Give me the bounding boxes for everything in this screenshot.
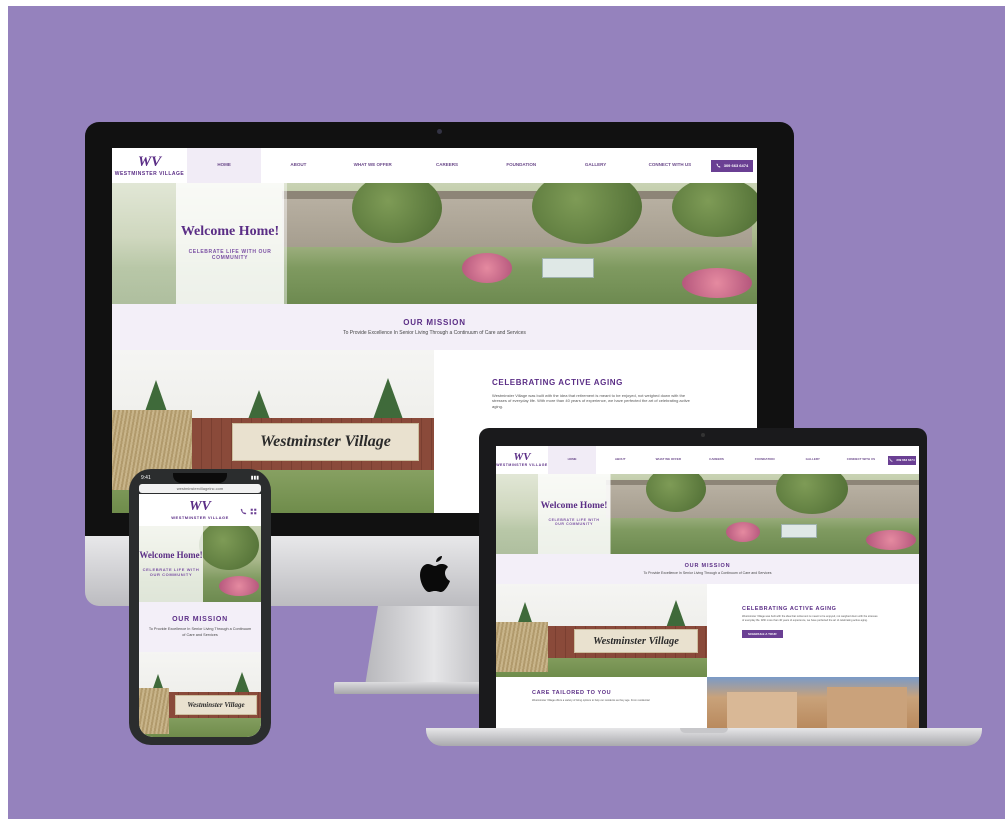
laptop-welcome-panel: Welcome Home! CELEBRATE LIFE WITH OUR CO… [538, 474, 610, 554]
welcome-subtitle: CELEBRATE LIFE WITH OUR COMMUNITY [188, 249, 272, 261]
phone-welcome-title: Welcome Home! [139, 549, 203, 560]
laptop-nav-careers[interactable]: CAREERS [692, 458, 740, 462]
phone-website: WV WESTMINSTER VILLAGE Welcome Home! CEL… [139, 494, 261, 737]
mission-text: To Provide Excellence In Senior Living T… [343, 330, 526, 336]
laptop-logo-mark: WV [513, 451, 531, 464]
apple-logo-icon [420, 556, 450, 592]
laptop-website: WV WESTMINSTER VILLAGE HOME ABOUT WHAT W… [496, 446, 919, 728]
signal-icon: ▮▮▮ [250, 475, 259, 481]
call-button-label: 309 663 6474 [723, 163, 749, 168]
laptop-aging-text: Westminster Village was built with the i… [742, 615, 878, 622]
laptop-call-button-label: 309 663 6474 [896, 458, 915, 462]
imac-camera [437, 129, 442, 134]
care-text: Westminster Village offers a variety of … [532, 699, 650, 702]
welcome-panel: Welcome Home! CELEBRATE LIFE WITH OUR CO… [176, 183, 284, 304]
laptop-entrance-sign-image: Westminster Village [496, 584, 707, 677]
phone-welcome-subtitle: CELEBRATE LIFE WITH OUR COMMUNITY [142, 567, 200, 577]
care-title: CARE TAILORED TO YOU [532, 690, 612, 696]
logo-mark: WV [137, 153, 162, 170]
nav-home[interactable]: HOME [187, 148, 262, 183]
phone-mission-title: OUR MISSION [172, 616, 228, 624]
laptop-aging-title: CELEBRATING ACTIVE AGING [742, 606, 837, 612]
phone-url-bar[interactable]: westminstervillageinc.com [139, 484, 261, 493]
laptop-base [426, 728, 982, 746]
phone-site-nav: WV WESTMINSTER VILLAGE [139, 494, 261, 527]
laptop-camera [701, 433, 705, 437]
phone-mission-text: To Provide Excellence In Senior Living T… [148, 627, 252, 637]
nav-about[interactable]: ABOUT [261, 162, 335, 168]
laptop-mission-text: To Provide Excellence In Senior Living T… [643, 571, 772, 575]
site-logo[interactable]: WV WESTMINSTER VILLAGE [112, 153, 187, 177]
menu-icon[interactable] [250, 508, 257, 515]
laptop-welcome-subtitle: CELEBRATE LIFE WITH OUR COMMUNITY [548, 517, 600, 526]
aging-title: CELEBRATING ACTIVE AGING [492, 378, 623, 387]
laptop-phone-icon [889, 458, 893, 462]
nav-connect[interactable]: CONNECT WITH US [633, 162, 707, 168]
mission-title: OUR MISSION [403, 318, 466, 327]
laptop-notch [680, 728, 728, 733]
laptop-nav-foundation[interactable]: FOUNDATION [741, 458, 789, 462]
aging-text: Westminster Village was built with the i… [492, 393, 690, 409]
laptop-nav-connect[interactable]: CONNECT WITH US [837, 458, 885, 462]
phone-welcome-panel: Welcome Home! CELEBRATE LIFE WITH OUR CO… [139, 526, 203, 602]
call-button[interactable]: 309 663 6474 [710, 159, 753, 172]
laptop-nav-what-we-offer[interactable]: WHAT WE OFFER [644, 458, 692, 462]
building-image [707, 677, 919, 728]
laptop-call-button[interactable]: 309 663 6474 [887, 455, 916, 465]
laptop-display: WV WESTMINSTER VILLAGE HOME ABOUT WHAT W… [479, 428, 927, 732]
phone-mission-section: OUR MISSION To Provide Excellence In Sen… [139, 602, 261, 652]
mission-section: OUR MISSION To Provide Excellence In Sen… [112, 304, 757, 350]
care-section: CARE TAILORED TO YOU Westminster Village… [532, 690, 692, 726]
schedule-tour-button[interactable]: SCHEDULE A TOUR [742, 630, 783, 638]
phone-logo-mark: WV [189, 499, 211, 514]
phone-status-bar: 9:41 ▮▮▮ [141, 473, 259, 483]
phone-hero-image: Welcome Home! CELEBRATE LIFE WITH OUR CO… [139, 526, 261, 602]
laptop-mission-section: OUR MISSION To Provide Excellence In Sen… [496, 554, 919, 584]
mockup-background: WV WESTMINSTER VILLAGE HOME ABOUT WHAT W… [8, 6, 1005, 819]
laptop-sign-plate: Westminster Village [574, 629, 698, 653]
site-nav: WV WESTMINSTER VILLAGE HOME ABOUT WHAT W… [112, 148, 757, 184]
laptop-site-nav: WV WESTMINSTER VILLAGE HOME ABOUT WHAT W… [496, 446, 919, 475]
nav-careers[interactable]: CAREERS [410, 162, 484, 168]
laptop-active-aging-section: CELEBRATING ACTIVE AGING Westminster Vil… [742, 606, 912, 661]
nav-foundation[interactable]: FOUNDATION [484, 162, 558, 168]
laptop-mission-title: OUR MISSION [684, 563, 731, 569]
phone-sign-plate: Westminster Village [175, 695, 257, 715]
laptop-hero-image: Welcome Home! CELEBRATE LIFE WITH OUR CO… [496, 474, 919, 554]
phone-call-icon[interactable] [240, 508, 247, 515]
hero-image: Welcome Home! CELEBRATE LIFE WITH OUR CO… [112, 183, 757, 304]
welcome-title: Welcome Home! [180, 224, 280, 240]
laptop-nav-home[interactable]: HOME [548, 446, 597, 474]
nav-gallery[interactable]: GALLERY [558, 162, 632, 168]
phone-time: 9:41 [141, 475, 151, 481]
phone-site-logo[interactable]: WV WESTMINSTER VILLAGE [165, 500, 235, 520]
phone-icon [716, 163, 721, 168]
laptop-nav-about[interactable]: ABOUT [596, 458, 644, 462]
phone-device: 9:41 ▮▮▮ westminstervillageinc.com WV WE… [129, 469, 271, 745]
sign-plate: Westminster Village [232, 423, 419, 461]
phone-logo-text: WESTMINSTER VILLAGE [171, 515, 229, 520]
nav-what-we-offer[interactable]: WHAT WE OFFER [336, 162, 410, 168]
laptop-site-logo[interactable]: WV WESTMINSTER VILLAGE [496, 452, 548, 468]
logo-text: WESTMINSTER VILLAGE [114, 170, 185, 177]
laptop-nav-gallery[interactable]: GALLERY [789, 458, 837, 462]
phone-entrance-sign-image: Westminster Village [139, 652, 261, 737]
laptop-welcome-title: Welcome Home! [540, 501, 608, 511]
laptop-logo-text: WESTMINSTER VILLAGE [496, 463, 548, 468]
